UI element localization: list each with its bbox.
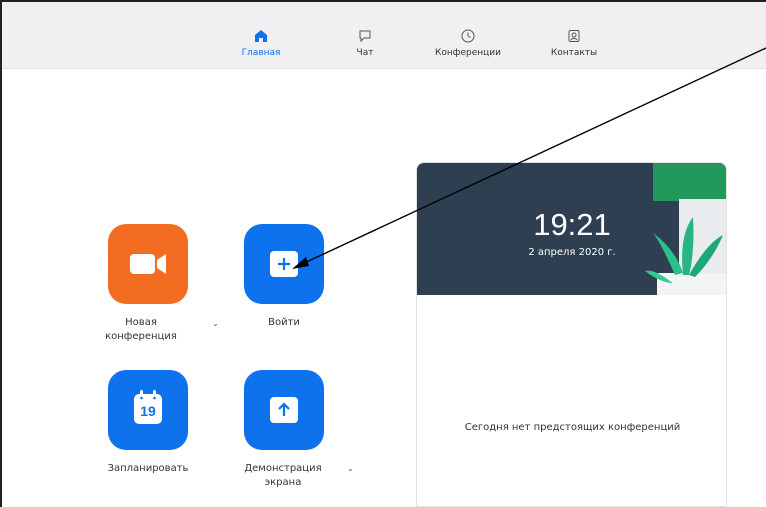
tab-home[interactable]: Главная xyxy=(216,29,306,58)
new-meeting-button[interactable] xyxy=(108,224,188,304)
home-icon xyxy=(255,30,267,42)
no-meetings-message: Сегодня нет предстоящих конференций xyxy=(464,422,681,433)
join-label: Войти xyxy=(268,317,300,328)
share-screen-label: Демонстрация экрана xyxy=(244,463,322,488)
tab-meetings[interactable]: Конференции xyxy=(423,29,513,58)
clock-icon xyxy=(461,29,475,43)
contacts-icon xyxy=(568,30,580,42)
plus-icon xyxy=(270,251,298,277)
upcoming-meetings-card: 19:21 2 апреля 2020 г. Сегодня нет предс… xyxy=(416,162,727,507)
top-navigation-bar: Главная Чат Конференции Контакты xyxy=(2,2,766,69)
chat-icon xyxy=(359,30,371,43)
tab-home-label: Главная xyxy=(241,48,281,58)
current-date: 2 апреля 2020 г. xyxy=(528,247,616,258)
tab-contacts[interactable]: Контакты xyxy=(529,29,619,58)
schedule-button[interactable]: 19 xyxy=(108,370,188,450)
tab-chat-label: Чат xyxy=(356,48,374,58)
video-camera-icon xyxy=(130,254,166,274)
schedule-label: Запланировать xyxy=(107,463,189,474)
tab-chat[interactable]: Чат xyxy=(320,29,410,58)
calendar-day: 19 xyxy=(140,403,156,419)
tab-meetings-label: Конференции xyxy=(435,48,501,58)
share-screen-button[interactable] xyxy=(244,370,324,450)
current-time: 19:21 xyxy=(533,207,611,242)
clock-header: 19:21 2 апреля 2020 г. xyxy=(417,163,726,295)
new-meeting-chevron-down-icon[interactable]: ⌄ xyxy=(212,319,219,328)
share-screen-chevron-down-icon[interactable]: ⌄ xyxy=(347,464,354,473)
new-meeting-label: Новая конференция xyxy=(105,317,177,342)
upload-arrow-icon xyxy=(270,397,298,423)
join-button[interactable] xyxy=(244,224,324,304)
tab-contacts-label: Контакты xyxy=(550,48,598,58)
